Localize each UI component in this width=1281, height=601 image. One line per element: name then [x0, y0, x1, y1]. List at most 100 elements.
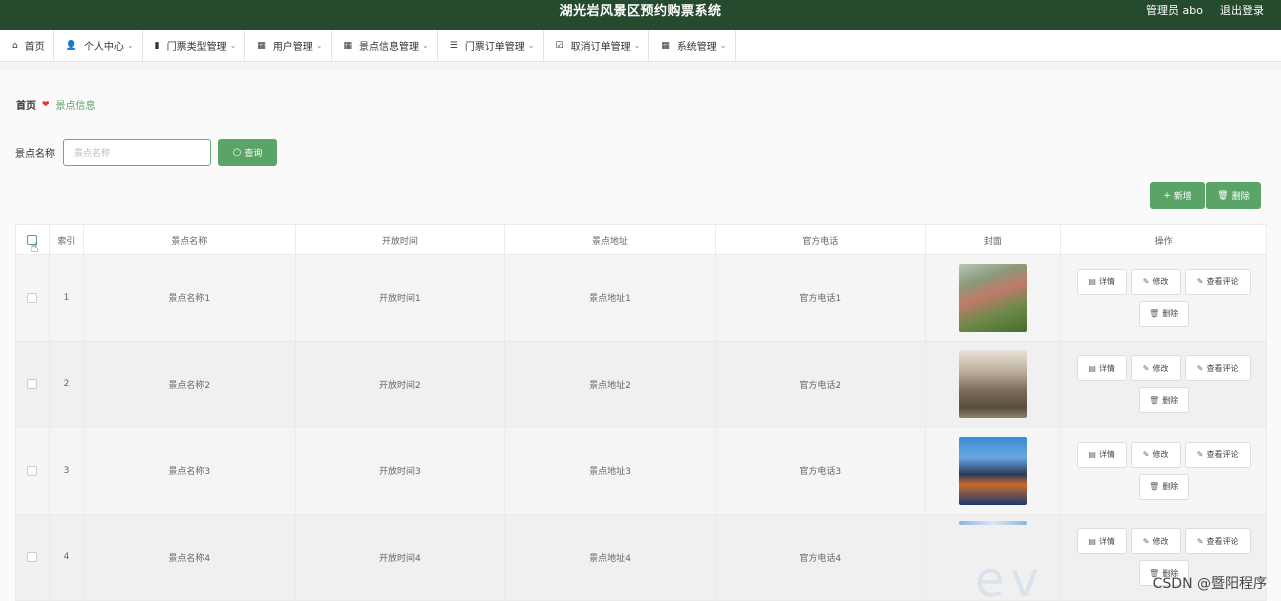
cell-cover: [926, 428, 1062, 514]
nav-item-7[interactable]: ▦ 系统管理 ⌄: [649, 30, 736, 61]
detail-button-label: 详情: [1098, 363, 1115, 373]
view-reviews-button[interactable]: ✎ 查看评论: [1184, 528, 1251, 555]
view-reviews-button[interactable]: ✎ 查看评论: [1184, 268, 1251, 295]
checkbox-icon: ☑: [555, 40, 564, 51]
row-checkbox[interactable]: [27, 465, 38, 476]
home-icon: ⌂: [12, 40, 18, 51]
detail-button[interactable]: ▤ 详情: [1076, 355, 1127, 382]
edit-icon: ✎: [1196, 277, 1204, 287]
table-header: 索引 景点名称 开放时间 景点地址 官方电话 封面 操作: [16, 225, 1266, 255]
cell-phone: 官方电话1: [716, 255, 926, 341]
chevron-down-icon: ⌄: [719, 41, 727, 50]
edit-icon: ✎: [1142, 536, 1150, 546]
hand-cursor-icon: ☝: [30, 240, 39, 256]
cell-address: 景点地址3: [505, 428, 716, 514]
delete-button-label: 删除: [1162, 482, 1179, 492]
nav-item-4[interactable]: ▦ 景点信息管理 ⌄: [332, 30, 438, 61]
nav-item-5[interactable]: ☰ 门票订单管理 ⌄: [438, 30, 544, 61]
cell-name: 景点名称4: [84, 514, 296, 600]
detail-button[interactable]: ▤ 详情: [1076, 528, 1127, 555]
cell-actions: ▤ 详情 ✎ 修改 ✎ 查看评论 🗑 删除: [1061, 428, 1266, 514]
nav-item-0[interactable]: ⌂ 首页: [0, 30, 54, 61]
scenic-table: 索引 景点名称 开放时间 景点地址 官方电话 封面 操作 1 景点名称1 开放时间1…: [15, 224, 1267, 601]
cell-address: 景点地址2: [505, 341, 716, 427]
edit-icon: ✎: [1142, 277, 1150, 287]
view-reviews-button[interactable]: ✎ 查看评论: [1184, 441, 1251, 468]
grid-icon: ▦: [343, 40, 353, 51]
cell-time: 开放时间4: [296, 514, 506, 600]
nav-item-2[interactable]: ▮ 门票类型管理 ⌄: [143, 30, 246, 61]
detail-button[interactable]: ▤ 详情: [1076, 268, 1127, 295]
row-select-cell: [16, 255, 50, 341]
breadcrumb-current: 景点信息: [55, 101, 96, 112]
delete-button-label: 删除: [1162, 395, 1179, 405]
main-nav: ⌂ 首页 👤 个人中心 ⌄ ▮ 门票类型管理 ⌄ ▦ 用户管理 ⌄ ▦ 景点信息管理 ⌄ ☰ 门票订单管理 ⌄ ☑…: [0, 30, 1281, 62]
detail-button-label: 详情: [1098, 536, 1115, 546]
edit-button[interactable]: ✎ 修改: [1130, 355, 1181, 382]
cell-phone: 官方电话4: [716, 514, 926, 600]
document-icon: ▤: [1088, 363, 1096, 373]
search-button[interactable]: ○ 查询: [218, 139, 277, 166]
row-checkbox[interactable]: [27, 552, 38, 563]
edit-icon: ✎: [1196, 363, 1204, 373]
column-header-index: 索引: [50, 225, 84, 255]
logout-link[interactable]: 退出登录: [1220, 0, 1264, 22]
cell-actions: ▤ 详情 ✎ 修改 ✎ 查看评论 🗑 删除: [1061, 342, 1266, 428]
row-select-cell: [16, 428, 50, 514]
table-row: 3 景点名称3 开放时间3 景点地址3 官方电话3 ▤ 详情 ✎ 修改 ✎ 查看评论 🗑 删除: [16, 428, 1266, 515]
trash-icon: 🗑: [1149, 482, 1160, 492]
detail-button-label: 详情: [1098, 277, 1115, 287]
document-icon: ▤: [1088, 536, 1096, 546]
edit-button[interactable]: ✎ 修改: [1130, 528, 1181, 555]
cell-address: 景点地址4: [505, 514, 716, 600]
nav-item-3[interactable]: ▦ 用户管理 ⌄: [245, 30, 332, 61]
row-checkbox[interactable]: [27, 379, 38, 390]
search-input[interactable]: 景点名称: [63, 139, 211, 166]
edit-button-label: 修改: [1152, 363, 1169, 373]
cover-image: [958, 350, 1027, 419]
cell-cover: [926, 341, 1062, 427]
view-reviews-button[interactable]: ✎ 查看评论: [1184, 355, 1251, 382]
cell-index: 4: [50, 514, 84, 600]
user-icon: 👤: [65, 40, 77, 51]
delete-button-label: 删除: [1162, 309, 1179, 319]
search-button-label: 查询: [244, 149, 263, 159]
detail-button[interactable]: ▤ 详情: [1076, 441, 1127, 468]
cover-image: [958, 436, 1027, 505]
trash-icon: 🗑: [1217, 190, 1229, 201]
document-icon: ▤: [1088, 277, 1096, 287]
edit-button[interactable]: ✎ 修改: [1130, 441, 1181, 468]
delete-button[interactable]: 🗑 删除: [1138, 473, 1189, 500]
nav-item-1[interactable]: 👤 个人中心 ⌄: [54, 30, 143, 61]
breadcrumb-home[interactable]: 首页: [16, 97, 36, 112]
top-bar: 湖光岩风景区预约购票系统 管理员 abo 退出登录: [0, 0, 1281, 30]
delete-button[interactable]: 🗑 删除: [1138, 300, 1189, 327]
nav-item-6[interactable]: ☑ 取消订单管理 ⌄: [544, 30, 650, 61]
column-header-name: 景点名称: [84, 225, 296, 255]
cell-index: 3: [50, 428, 84, 514]
cell-index: 2: [50, 341, 84, 427]
edit-icon: ✎: [1142, 450, 1150, 460]
search-label: 景点名称: [15, 149, 55, 160]
trash-icon: 🗑: [1149, 309, 1160, 319]
breadcrumb: 首页 ❤ 景点信息: [16, 97, 96, 113]
nav-item-label: 首页: [24, 42, 45, 53]
cell-time: 开放时间3: [296, 428, 506, 514]
delete-button[interactable]: 🗑 删除: [1138, 387, 1189, 414]
bulk-delete-button[interactable]: 🗑 删除: [1206, 182, 1261, 209]
list-icon: ☰: [449, 40, 458, 51]
chevron-down-icon: ⌄: [126, 41, 134, 50]
cell-name: 景点名称3: [84, 428, 296, 514]
cover-image: [958, 263, 1027, 332]
cell-index: 1: [50, 255, 84, 341]
app-title: 湖光岩风景区预约购票系统: [559, 4, 722, 19]
heart-icon: ❤: [42, 99, 50, 110]
row-checkbox[interactable]: [27, 292, 38, 303]
admin-user-label: 管理员 abo: [1146, 4, 1203, 17]
view-reviews-button-label: 查看评论: [1206, 536, 1239, 546]
edit-button[interactable]: ✎ 修改: [1130, 268, 1181, 295]
view-reviews-button-label: 查看评论: [1206, 277, 1239, 287]
chevron-down-icon: ⌄: [422, 41, 429, 50]
document-icon: ▤: [1088, 450, 1096, 460]
add-button[interactable]: + 新增: [1150, 182, 1205, 209]
